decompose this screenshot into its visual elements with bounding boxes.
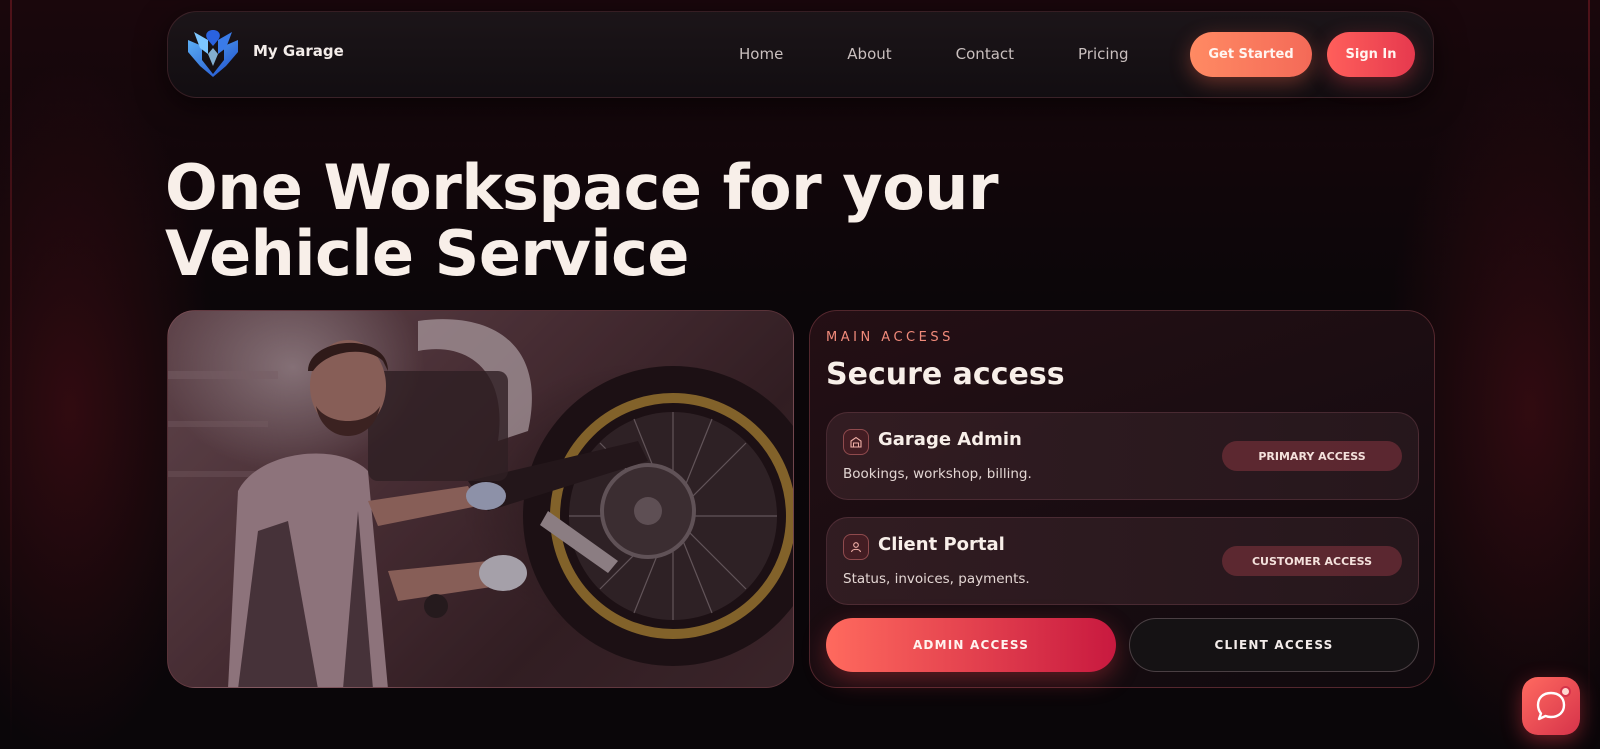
- chat-bubble-icon: [1536, 691, 1566, 721]
- sign-in-button[interactable]: Sign In: [1327, 32, 1415, 77]
- card-title: Garage Admin: [878, 429, 1022, 450]
- user-icon: [843, 534, 869, 560]
- access-panel: MAIN ACCESS Secure access Garage Admin B…: [809, 310, 1435, 688]
- access-kicker: MAIN ACCESS: [826, 330, 954, 345]
- client-access-button[interactable]: CLIENT ACCESS: [1129, 618, 1419, 672]
- hero-title: One Workspace for your Vehicle Service: [165, 155, 1065, 287]
- access-title: Secure access: [826, 357, 1065, 392]
- chat-button[interactable]: [1522, 677, 1580, 735]
- nav-link-contact[interactable]: Contact: [956, 45, 1014, 63]
- get-started-button[interactable]: Get Started: [1190, 32, 1312, 77]
- hero-title-line2: Vehicle Service: [165, 217, 689, 290]
- nav-link-home[interactable]: Home: [739, 45, 783, 63]
- client-portal-card[interactable]: Client Portal Status, invoices, payments…: [826, 517, 1419, 605]
- background-beam: [10, 0, 12, 749]
- admin-access-button[interactable]: ADMIN ACCESS: [826, 618, 1116, 672]
- hero-title-line1: One Workspace for your: [165, 151, 999, 224]
- brand-name[interactable]: My Garage: [253, 42, 344, 60]
- shield-logo-icon[interactable]: [186, 26, 240, 78]
- garage-admin-card[interactable]: Garage Admin Bookings, workshop, billing…: [826, 412, 1419, 500]
- background-beam: [1588, 0, 1590, 749]
- navbar: My Garage Home About Contact Pricing Get…: [167, 11, 1434, 98]
- nav-links: Home About Contact Pricing: [739, 45, 1193, 63]
- mechanic-illustration: [168, 311, 793, 687]
- nav-link-about[interactable]: About: [847, 45, 891, 63]
- notification-dot: [1560, 686, 1571, 697]
- garage-icon: [843, 429, 869, 455]
- primary-access-badge: PRIMARY ACCESS: [1222, 441, 1402, 471]
- nav-link-pricing[interactable]: Pricing: [1078, 45, 1129, 63]
- card-title: Client Portal: [878, 534, 1005, 555]
- customer-access-badge: CUSTOMER ACCESS: [1222, 546, 1402, 576]
- card-description: Status, invoices, payments.: [843, 571, 1030, 587]
- mechanic-photo: [167, 310, 794, 688]
- card-description: Bookings, workshop, billing.: [843, 466, 1032, 482]
